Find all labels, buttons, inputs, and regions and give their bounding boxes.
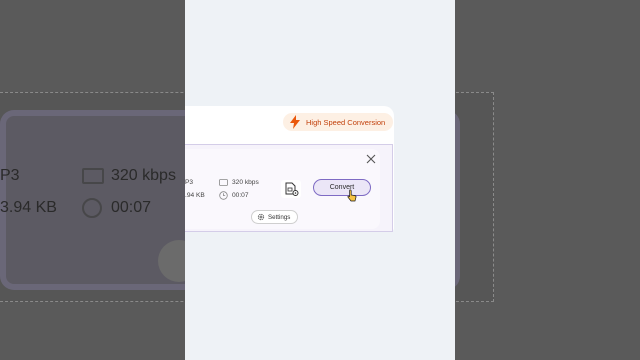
background-bitrate: 320 kbps (111, 167, 176, 184)
file-row-inner: P3 .94 KB 320 kbps 00:07 Convert Setting… (185, 149, 380, 229)
file-bitrate: 320 kbps (232, 179, 259, 186)
settings-button-label: Settings (268, 213, 291, 221)
file-row: P3 .94 KB 320 kbps 00:07 Convert Setting… (185, 144, 393, 232)
cursor-icon (347, 189, 357, 202)
background-format: P3 (0, 167, 20, 184)
background-bitrate-icon (82, 168, 104, 184)
settings-button[interactable]: Settings (251, 210, 299, 224)
file-size: .94 KB (185, 192, 205, 199)
gear-icon (257, 213, 265, 221)
lightning-icon (290, 115, 300, 129)
background-size: 3.94 KB (0, 199, 57, 216)
high-speed-conversion-badge[interactable]: High Speed Conversion (283, 113, 394, 131)
background-clock-icon (82, 198, 102, 218)
file-format: P3 (185, 179, 194, 186)
conversion-card: High Speed Conversion P3 .94 KB 320 kbps… (185, 106, 394, 232)
high-speed-conversion-label: High Speed Conversion (306, 117, 386, 127)
bitrate-icon (219, 179, 228, 186)
convert-button[interactable]: Convert (313, 179, 371, 196)
close-icon[interactable] (366, 154, 376, 164)
clock-icon (219, 191, 228, 200)
background-duration: 00:07 (111, 199, 152, 216)
file-duration: 00:07 (232, 192, 249, 199)
file-settings-icon[interactable] (281, 180, 301, 198)
app-window: High Speed Conversion P3 .94 KB 320 kbps… (185, 0, 455, 360)
